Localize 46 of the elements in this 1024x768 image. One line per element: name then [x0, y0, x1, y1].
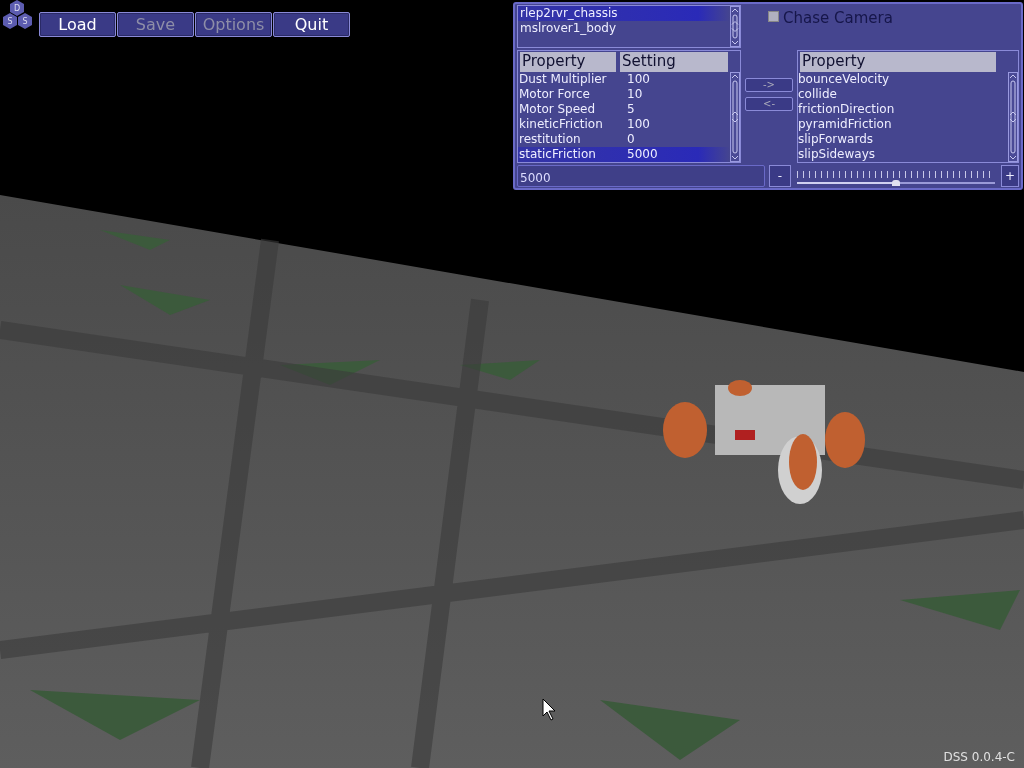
- transfer-button[interactable]: ->: [745, 78, 793, 92]
- property-list-item[interactable]: bounceVelocity: [798, 72, 1008, 87]
- property-value: 5: [626, 102, 636, 117]
- property-value: 10: [626, 87, 644, 102]
- checkbox-label: Chase Camera: [783, 9, 893, 27]
- decrease-button[interactable]: -: [769, 165, 791, 187]
- property-value: 100: [626, 72, 651, 87]
- scrollbar[interactable]: [1008, 72, 1018, 162]
- scrollbar[interactable]: [730, 72, 740, 162]
- property-row[interactable]: Dust Multiplier 100: [518, 72, 730, 87]
- property-row[interactable]: Motor Speed 5: [518, 102, 730, 117]
- version-label: DSS 0.0.4-C: [943, 750, 1015, 764]
- scrollbar[interactable]: [730, 6, 740, 47]
- property-name: restitution: [518, 132, 582, 147]
- column-header: Property: [520, 52, 616, 72]
- column-header: Property: [800, 52, 996, 72]
- property-list-item[interactable]: slipSideways: [798, 147, 1008, 162]
- logo-letter: S: [7, 17, 13, 26]
- property-value: 0: [626, 132, 636, 147]
- chase-camera-checkbox[interactable]: [768, 11, 779, 22]
- property-list-item[interactable]: collide: [798, 87, 1008, 102]
- logo-letter: D: [13, 4, 21, 13]
- transfer-button[interactable]: <-: [745, 97, 793, 111]
- property-row[interactable]: kineticFriction 100: [518, 117, 730, 132]
- logo-letter: S: [22, 17, 28, 26]
- object-list-item[interactable]: mslrover1_body: [518, 21, 730, 36]
- property-value: 100: [626, 117, 651, 132]
- property-value: 5000: [626, 147, 659, 162]
- property-name: Motor Force: [518, 87, 591, 102]
- cursor-icon: [542, 698, 556, 721]
- property-name: Motor Speed: [518, 102, 597, 117]
- column-header: Setting: [620, 52, 728, 72]
- increase-button[interactable]: +: [1001, 165, 1019, 187]
- property-name: Dust Multiplier: [518, 72, 608, 87]
- property-list-item[interactable]: slipForwards: [798, 132, 1008, 147]
- property-row[interactable]: Motor Force 10: [518, 87, 730, 102]
- property-list-item[interactable]: frictionDirection: [798, 102, 1008, 117]
- property-name: kineticFriction: [518, 117, 604, 132]
- toolbar-button[interactable]: Load: [39, 12, 116, 37]
- toolbar-button[interactable]: Quit: [273, 12, 350, 37]
- property-row[interactable]: restitution 0: [518, 132, 730, 147]
- object-list-item[interactable]: rlep2rvr_chassis: [518, 6, 730, 21]
- property-list-item[interactable]: pyramidFriction: [798, 117, 1008, 132]
- property-row[interactable]: staticFriction 5000: [518, 147, 730, 162]
- property-name: staticFriction: [518, 147, 597, 162]
- value-field[interactable]: 5000: [517, 165, 765, 187]
